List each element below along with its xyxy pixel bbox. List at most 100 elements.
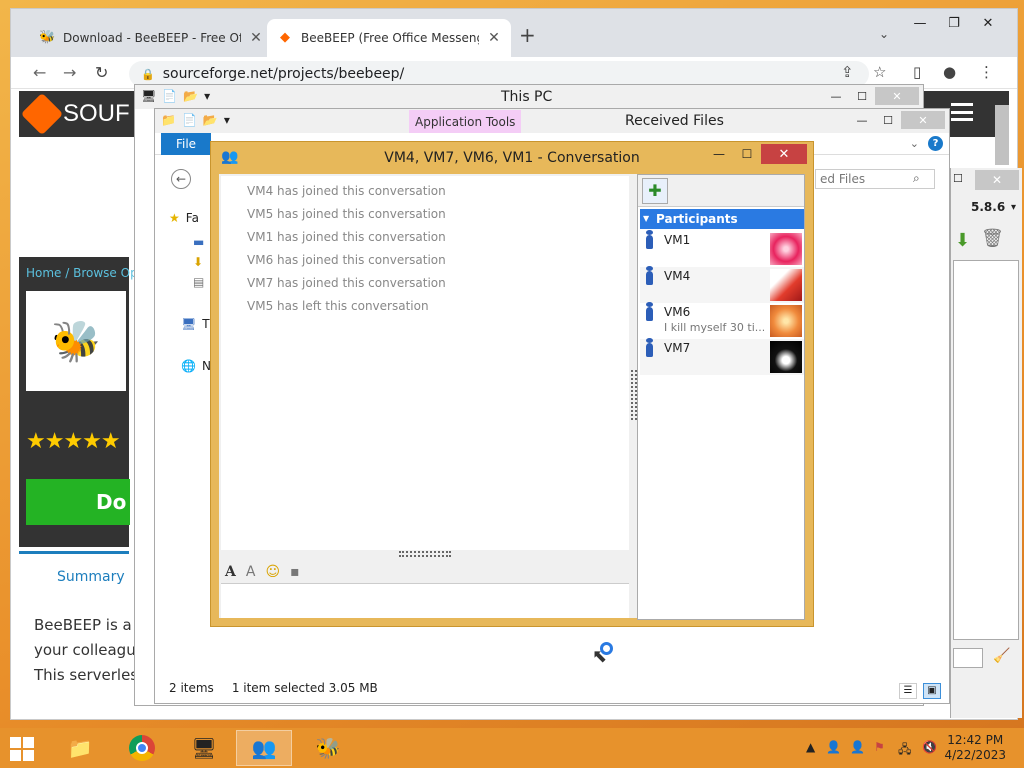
- new-folder-icon[interactable]: 📂: [183, 89, 198, 103]
- hamburger-menu-icon[interactable]: [951, 103, 973, 121]
- back-icon[interactable]: ←: [171, 169, 191, 189]
- help-icon[interactable]: ?: [928, 136, 943, 151]
- tab-beebeep-sourceforge[interactable]: ◆ BeeBEEP (Free Office Messenger) ✕: [267, 19, 511, 57]
- volume-muted-icon[interactable]: 🔇: [922, 740, 937, 754]
- horizontal-splitter-handle[interactable]: [399, 551, 451, 557]
- taskbar-beebeep-bee[interactable]: 🐝: [300, 730, 356, 766]
- download-button[interactable]: Do: [26, 479, 130, 525]
- tab-search-chevron-icon[interactable]: ⌄: [879, 27, 889, 41]
- close-icon[interactable]: ✕: [761, 144, 807, 164]
- taskbar-chrome[interactable]: [114, 730, 170, 766]
- version-dropdown-icon[interactable]: ▾: [1011, 202, 1016, 213]
- beebeep-tray-icon[interactable]: 👤: [826, 740, 841, 754]
- minimize-icon[interactable]: —: [903, 12, 937, 34]
- menu-icon[interactable]: ⋮: [979, 63, 994, 81]
- minimize-icon[interactable]: —: [705, 144, 733, 164]
- message-input[interactable]: [221, 584, 629, 618]
- tree-item-network[interactable]: 🌐 N: [181, 359, 211, 373]
- rating-stars: ★★★★★: [26, 429, 121, 454]
- taskbar-file-explorer[interactable]: 📁: [52, 730, 108, 766]
- qat-dropdown-icon[interactable]: ▾: [224, 113, 230, 127]
- participant-vm6[interactable]: VM6 I kill myself 30 ti...: [640, 302, 804, 339]
- project-logo: 🐝: [26, 291, 126, 391]
- application-tools-tab[interactable]: Application Tools: [409, 110, 522, 134]
- start-button[interactable]: [10, 737, 34, 761]
- minimize-icon[interactable]: —: [849, 111, 875, 129]
- maximize-icon[interactable]: ☐: [733, 144, 761, 164]
- minimize-icon[interactable]: ☐: [953, 172, 963, 185]
- clock-date: 4/22/2023: [944, 748, 1006, 762]
- participant-vm7[interactable]: VM7: [640, 338, 804, 375]
- tab-summary[interactable]: Summary: [57, 569, 125, 585]
- beebeep-list-pane[interactable]: [953, 260, 1019, 640]
- network-tray-icon[interactable]: 🖧: [898, 740, 911, 761]
- details-view-icon[interactable]: ☰: [899, 683, 917, 699]
- trash-icon[interactable]: 🗑: [981, 228, 1004, 249]
- action-center-flag-icon[interactable]: ⚑: [874, 740, 885, 754]
- bee-icon: 🐝: [315, 736, 341, 760]
- received-files-controls: — ☐ ✕: [849, 111, 945, 129]
- view-switcher: ☰ ▣: [899, 683, 941, 699]
- beebeep-tray-icon[interactable]: 👤: [850, 740, 865, 754]
- close-icon[interactable]: ✕: [875, 87, 919, 105]
- status-item-count: 2 items: [169, 681, 214, 695]
- maximize-icon[interactable]: ☐: [875, 111, 901, 129]
- qat-dropdown-icon[interactable]: ▾: [204, 89, 210, 103]
- profile-icon[interactable]: ●: [943, 63, 956, 81]
- close-icon[interactable]: ✕: [971, 12, 1005, 34]
- page-scrollbar[interactable]: [995, 105, 1009, 165]
- properties-icon[interactable]: 📄: [182, 113, 197, 127]
- add-participant-bar: ✚: [638, 175, 804, 207]
- add-user-icon[interactable]: ✚: [642, 178, 668, 204]
- download-file-icon[interactable]: ⬇: [955, 230, 970, 251]
- back-icon[interactable]: ←: [33, 63, 46, 82]
- chat-history[interactable]: VM4 has joined this conversation VM5 has…: [221, 176, 629, 550]
- user-status-icon: [646, 266, 653, 285]
- sf-logo[interactable]: SOUF: [20, 92, 130, 136]
- avatar: [770, 341, 802, 373]
- font-color-icon[interactable]: A: [246, 564, 256, 580]
- ribbon-expand-icon[interactable]: ⌄: [910, 137, 919, 150]
- side-panel-icon[interactable]: ▯: [913, 63, 921, 81]
- tree-item-desktop[interactable]: ▬: [193, 235, 204, 249]
- taskbar-beebeep-messenger[interactable]: 👥: [236, 730, 292, 766]
- tab-close-icon[interactable]: ✕: [249, 30, 263, 46]
- avatar: [770, 269, 802, 301]
- breadcrumb[interactable]: Home / Browse Ope: [26, 266, 145, 280]
- minimize-icon[interactable]: —: [823, 87, 849, 105]
- tab-close-icon[interactable]: ✕: [487, 30, 501, 46]
- participant-vm1[interactable]: VM1: [640, 230, 804, 267]
- bookmark-star-icon[interactable]: ☆: [873, 63, 886, 81]
- share-icon[interactable]: ⇪: [841, 63, 854, 81]
- avatar: [770, 233, 802, 265]
- conversation-controls: — ☐ ✕: [705, 144, 807, 164]
- emoticon-icon[interactable]: ☺: [265, 564, 280, 580]
- participant-vm4[interactable]: VM4: [640, 266, 804, 303]
- tree-item-favorites[interactable]: ★ Fa: [169, 211, 199, 225]
- maximize-icon[interactable]: ☐: [849, 87, 875, 105]
- properties-icon[interactable]: 📄: [162, 89, 177, 103]
- tree-item-downloads[interactable]: ⬇: [193, 255, 203, 269]
- participant-name: VM1: [664, 233, 691, 247]
- close-icon[interactable]: ✕: [975, 170, 1019, 190]
- taskbar-control-panel[interactable]: 🖥: [176, 730, 232, 766]
- clock[interactable]: 12:42 PM 4/22/2023: [944, 733, 1006, 763]
- file-tab[interactable]: File: [161, 133, 211, 155]
- tab-download-beebeep[interactable]: 🐝 Download - BeeBEEP - Free Offic ✕: [29, 19, 273, 57]
- save-chat-icon[interactable]: ▪: [290, 564, 300, 580]
- user-status-icon: [646, 230, 653, 249]
- new-tab-icon[interactable]: +: [519, 25, 536, 45]
- beebeep-input[interactable]: [953, 648, 983, 668]
- forward-icon[interactable]: →: [63, 63, 76, 82]
- maximize-icon[interactable]: ❐: [937, 12, 971, 34]
- large-icons-view-icon[interactable]: ▣: [923, 683, 941, 699]
- participants-header[interactable]: Participants: [640, 209, 804, 229]
- font-icon[interactable]: A: [225, 564, 236, 580]
- clear-broom-icon[interactable]: 🧹: [993, 648, 1010, 664]
- reload-icon[interactable]: ↻: [95, 63, 108, 82]
- new-folder-icon[interactable]: 📂: [203, 113, 218, 127]
- tree-label: Fa: [185, 211, 199, 225]
- show-hidden-icons[interactable]: ▲: [806, 740, 815, 754]
- close-icon[interactable]: ✕: [901, 111, 945, 129]
- tree-item-recent[interactable]: ▤: [193, 275, 204, 289]
